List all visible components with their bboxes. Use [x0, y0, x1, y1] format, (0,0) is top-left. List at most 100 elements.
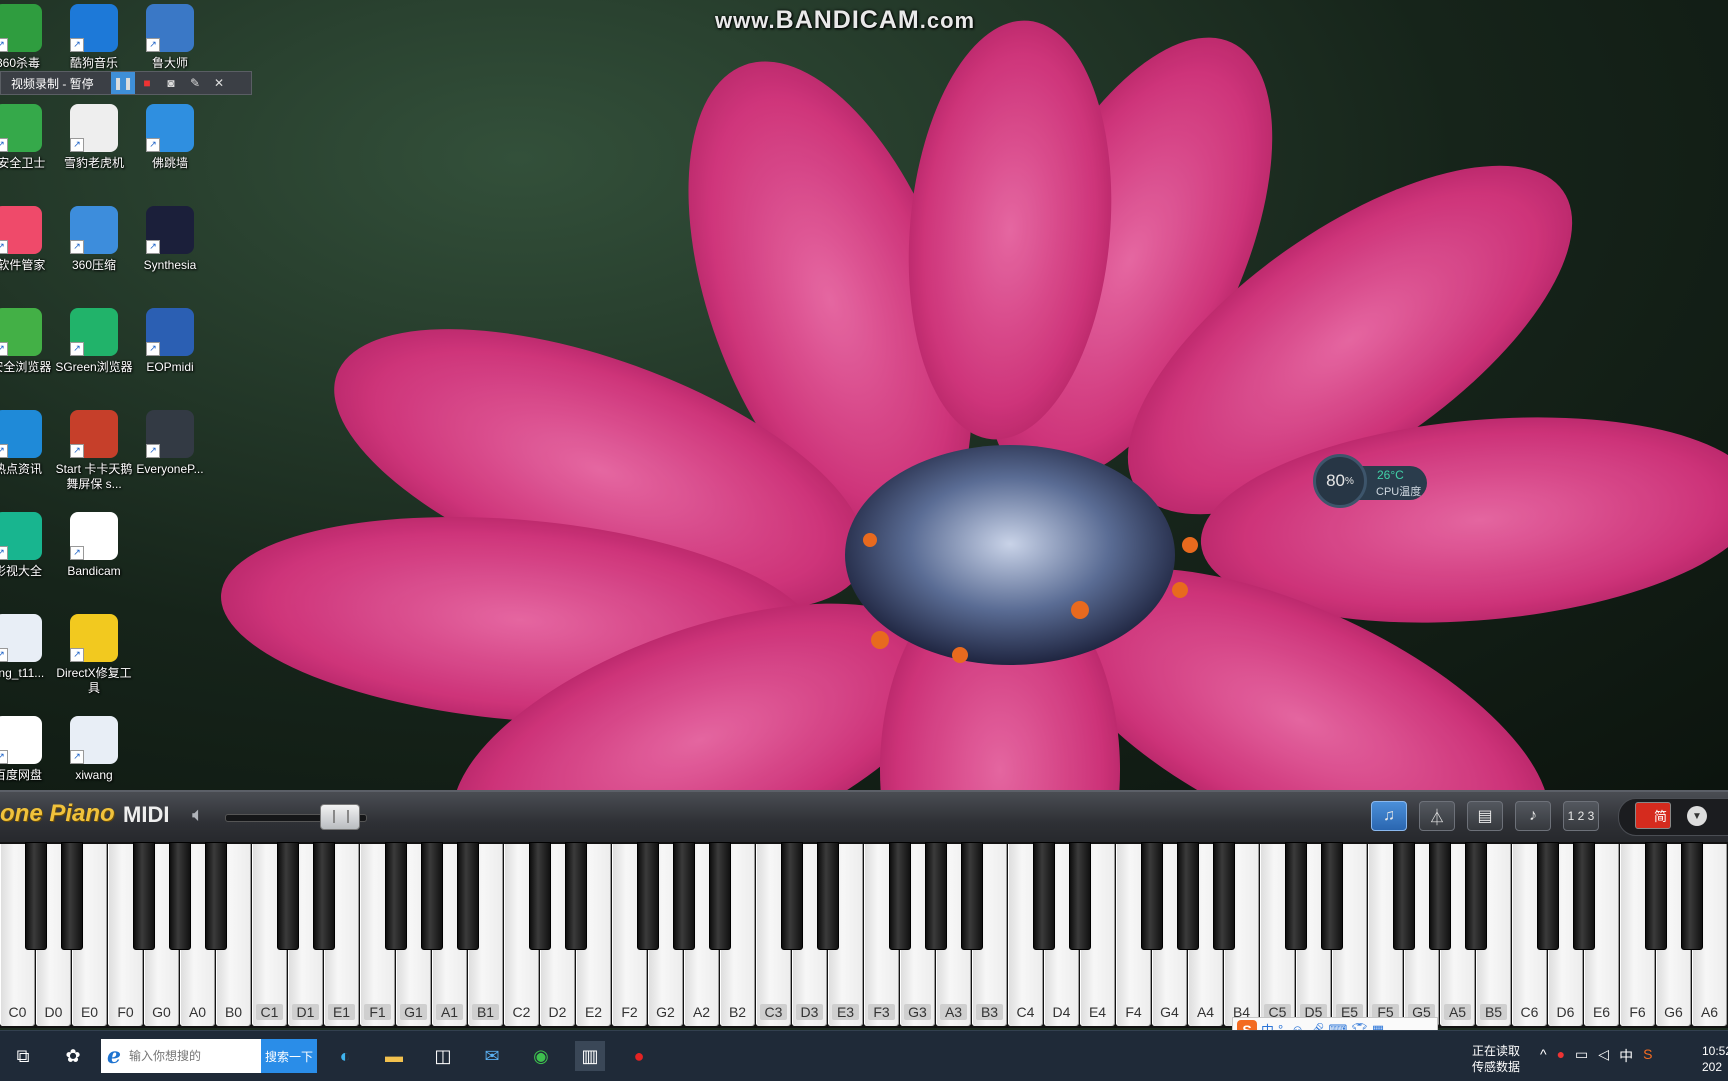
chevron-down-icon[interactable]: ▼ — [1687, 806, 1707, 826]
black-key[interactable] — [781, 842, 803, 950]
black-key[interactable] — [385, 842, 407, 950]
desktop-icon[interactable]: ↗ xiwang — [52, 716, 136, 783]
file-explorer-icon[interactable]: ▬ — [379, 1041, 409, 1071]
black-key[interactable] — [925, 842, 947, 950]
black-key[interactable] — [1213, 842, 1235, 950]
score-mode-button[interactable]: ♫ — [1371, 801, 1407, 831]
shortcut-arrow-icon: ↗ — [0, 342, 8, 356]
piano-app-icon[interactable]: ▥ — [575, 1041, 605, 1071]
key-label: D6 — [1556, 1004, 1575, 1020]
black-key[interactable] — [1033, 842, 1055, 950]
black-key[interactable] — [1393, 842, 1415, 950]
music-note-icon: ♫ — [1383, 807, 1395, 824]
piano-keyboard[interactable]: C0 D0 E0 F0 G0 A0 B0 C1 D1 E1 F1 G1 A1 B1 C2 D2 E2 F2 G2 A2… — [0, 842, 1728, 1028]
black-key[interactable] — [709, 842, 731, 950]
black-key[interactable] — [457, 842, 479, 950]
desktop-icon[interactable]: ↗ Synthesia — [128, 206, 212, 273]
black-key[interactable] — [1645, 842, 1667, 950]
black-key[interactable] — [1069, 842, 1091, 950]
desktop-icon[interactable]: ↗ 酷狗音乐 — [52, 4, 136, 71]
pause-icon[interactable]: ❚❚ — [111, 72, 135, 94]
numbers-icon: 1 2 3 — [1567, 809, 1595, 823]
sheet-book-button[interactable]: ▤ — [1467, 801, 1503, 831]
black-key[interactable] — [1285, 842, 1307, 950]
desktop-icon[interactable]: ↗ 百度网盘 — [0, 716, 60, 783]
pen-icon[interactable]: ✎ — [183, 72, 207, 94]
black-key[interactable] — [637, 842, 659, 950]
shortcut-arrow-icon: ↗ — [0, 138, 8, 152]
desktop-icon[interactable]: ↗ 影视大全 — [0, 512, 60, 579]
black-key[interactable] — [25, 842, 47, 950]
assistant-icon[interactable]: ✿ — [58, 1041, 88, 1071]
sogou-tray-icon[interactable]: S — [1643, 1046, 1652, 1066]
app-icon: ↗ — [0, 308, 42, 356]
key-label: B0 — [224, 1004, 243, 1020]
metronome-button[interactable]: ⏃ — [1419, 801, 1455, 831]
close-icon[interactable]: ✕ — [207, 72, 231, 94]
black-key[interactable] — [61, 842, 83, 950]
key-label: G4 — [1160, 1004, 1179, 1020]
volume-slider-handle[interactable] — [320, 804, 361, 830]
desktop-icon-label: ong_t11... — [0, 666, 45, 680]
desktop-icon[interactable]: ↗ 360杀毒 — [0, 4, 60, 71]
black-key[interactable] — [1177, 842, 1199, 950]
black-key[interactable] — [205, 842, 227, 950]
browser-360-icon[interactable]: ◉ — [526, 1041, 556, 1071]
desktop-icon[interactable]: ↗ 0安全浏览器 — [0, 308, 60, 375]
desktop-icon[interactable]: ↗ Start 卡卡天鹅舞屏保 s... — [52, 410, 136, 492]
black-key[interactable] — [1429, 842, 1451, 950]
black-key[interactable] — [133, 842, 155, 950]
black-key[interactable] — [313, 842, 335, 950]
desktop-icon[interactable]: ↗ 鲁大师 — [128, 4, 212, 71]
desktop-icon[interactable]: ↗ EveryoneP... — [128, 410, 212, 477]
mail-icon[interactable]: ✉ — [477, 1041, 507, 1071]
black-key[interactable] — [817, 842, 839, 950]
black-key[interactable] — [169, 842, 191, 950]
desktop-icon[interactable]: ↗ 热点资讯 — [0, 410, 60, 477]
input-mode-indicator[interactable]: 中 — [1619, 1046, 1633, 1066]
midi-label[interactable]: MIDI — [123, 802, 169, 828]
desktop-icon[interactable]: ↗ ong_t11... — [0, 614, 60, 681]
search-input[interactable] — [127, 1048, 259, 1064]
clock[interactable]: 10:52 202 — [1702, 1043, 1728, 1075]
black-key[interactable] — [565, 842, 587, 950]
volume-icon[interactable]: ◁ — [1598, 1046, 1609, 1066]
black-key[interactable] — [889, 842, 911, 950]
language-button[interactable]: 简 — [1635, 802, 1671, 829]
black-key[interactable] — [961, 842, 983, 950]
desktop-icon[interactable]: ↗ 0安全卫士 — [0, 104, 60, 171]
desktop-icon[interactable]: ↗ SGreen浏览器 — [52, 308, 136, 375]
black-key[interactable] — [1537, 842, 1559, 950]
desktop-icon[interactable]: ↗ 雪豹老虎机 — [52, 104, 136, 171]
speaker-icon[interactable]: 🔈︎ — [192, 804, 216, 828]
black-key[interactable] — [421, 842, 443, 950]
store-icon[interactable]: ◫ — [428, 1041, 458, 1071]
stop-icon[interactable]: ■ — [135, 72, 159, 94]
search-button[interactable]: 搜索一下 — [261, 1039, 317, 1073]
black-key[interactable] — [277, 842, 299, 950]
chevron-up-icon[interactable]: ^ — [1540, 1046, 1547, 1066]
black-key[interactable] — [673, 842, 695, 950]
cpu-widget[interactable]: 80% 26°C CPU温度 — [1313, 454, 1435, 512]
numbered-notation-button[interactable]: 1 2 3 — [1563, 801, 1599, 831]
black-key[interactable] — [1141, 842, 1163, 950]
note-button[interactable]: ♪ — [1515, 801, 1551, 831]
desktop-icon[interactable]: ↗ 360压缩 — [52, 206, 136, 273]
black-key[interactable] — [1465, 842, 1487, 950]
desktop-icon[interactable]: ↗ 佛跳墙 — [128, 104, 212, 171]
black-key[interactable] — [1321, 842, 1343, 950]
edge-icon[interactable]: ◐ — [330, 1041, 360, 1071]
black-key[interactable] — [1681, 842, 1703, 950]
desktop-icon[interactable]: ↗ Bandicam — [52, 512, 136, 579]
black-key[interactable] — [1573, 842, 1595, 950]
task-view-icon[interactable]: ⧉ — [8, 1041, 38, 1071]
black-key[interactable] — [529, 842, 551, 950]
desktop-icon[interactable]: ↗ 0软件管家 — [0, 206, 60, 273]
network-icon[interactable]: ▭ — [1575, 1046, 1588, 1066]
bandicam-taskbar-icon[interactable]: ● — [624, 1041, 654, 1071]
camera-icon[interactable]: ◙ — [159, 72, 183, 94]
desktop-icon[interactable]: ↗ EOPmidi — [128, 308, 212, 375]
desktop-icon[interactable]: ↗ DirectX修复工具 — [52, 614, 136, 696]
search-box[interactable]: e — [101, 1039, 261, 1073]
record-icon[interactable]: ● — [1557, 1046, 1565, 1066]
